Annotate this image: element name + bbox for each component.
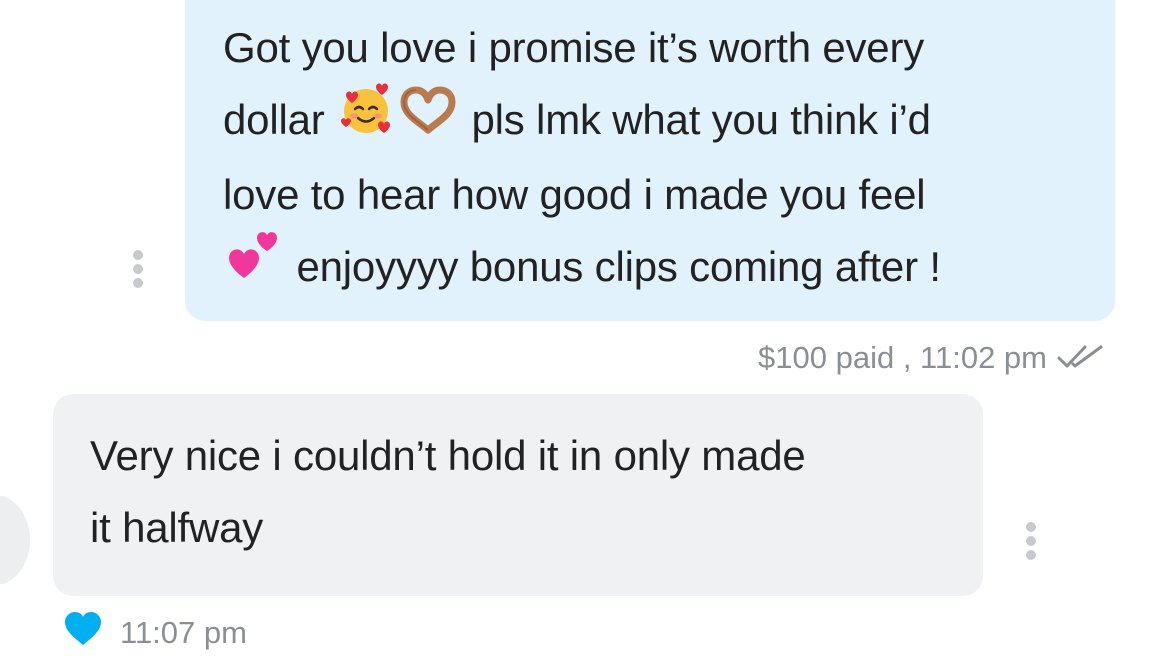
double-check-icon xyxy=(1057,342,1105,378)
sent-line-1: Got you love i promise it’s worth every xyxy=(223,24,925,71)
two-hearts-icon xyxy=(225,228,283,306)
sent-message-bubble[interactable]: Got you love i promise it’s worth every … xyxy=(185,0,1115,321)
payment-time-label: $100 paid , 11:02 pm xyxy=(758,340,1047,375)
received-message-text: Very nice i couldn’t hold it in only mad… xyxy=(90,420,953,564)
sent-line-2a: dollar xyxy=(223,96,325,143)
avatar[interactable] xyxy=(0,495,30,585)
sent-line-2b: pls lmk what you think i’d xyxy=(471,96,932,143)
heart-hands-icon xyxy=(398,84,458,156)
received-line-1: Very nice i couldn’t hold it in only mad… xyxy=(90,432,806,479)
received-message-meta: 11:07 pm xyxy=(64,612,247,654)
received-time-label: 11:07 pm xyxy=(120,615,247,650)
heart-icon[interactable] xyxy=(64,612,102,654)
sent-line-4: enjoyyyy bonus clips coming after ! xyxy=(296,242,941,290)
sent-line-3: love to hear how good i made you feel xyxy=(223,170,926,218)
smiling-face-with-hearts-icon xyxy=(338,81,394,159)
sent-message-meta: $100 paid , 11:02 pm xyxy=(758,338,1105,378)
chat-thread: Got you love i promise it’s worth every … xyxy=(0,0,1163,669)
received-message-bubble[interactable]: Very nice i couldn’t hold it in only mad… xyxy=(53,394,983,596)
received-line-2: it halfway xyxy=(90,504,264,551)
message-options-icon[interactable] xyxy=(131,250,145,288)
message-options-icon[interactable] xyxy=(1024,522,1038,560)
sent-message-text: Got you love i promise it’s worth every … xyxy=(223,12,1085,306)
